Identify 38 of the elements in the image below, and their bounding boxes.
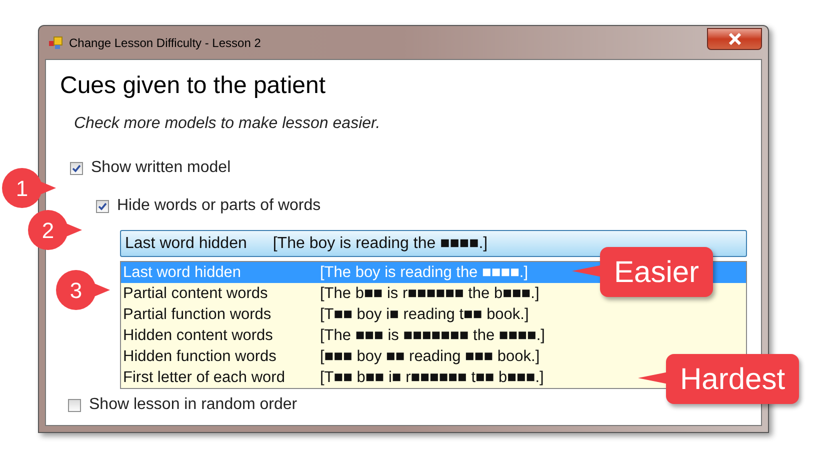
option-label: Hidden function words	[122, 346, 278, 367]
annotation-tooltip: Easier	[572, 247, 714, 297]
option-example: [T■■ boy i■ reading t■■ book.]	[320, 304, 529, 325]
heading: Cues given to the patient	[60, 71, 327, 101]
dropdown-option[interactable]: Hidden content words [The ■■■ is ■■■■■■■ the ■■■■.]	[121, 325, 746, 346]
dropdown[interactable]: Last word hidden [The boy is reading the ■■■■.]	[120, 230, 747, 257]
option-label: First letter of each word	[122, 368, 286, 388]
checkmark-icon	[72, 164, 81, 172]
option-label: Partial function words	[122, 304, 272, 325]
checkbox[interactable]	[96, 200, 109, 212]
close-button[interactable]	[707, 28, 762, 50]
option-example: [■■■ boy ■■ reading ■■■ book.]	[320, 346, 540, 367]
number-callout: 2	[28, 210, 82, 250]
instruction-text: Check more models to make lesson easier.	[73, 114, 382, 134]
dropdown-option[interactable]: Partial function words [T■■ boy i■ reading t■■ book.]	[121, 304, 746, 325]
window-title: Change Lesson Difficulty - Lesson 2	[69, 34, 261, 52]
option-label: Partial content words	[122, 284, 269, 304]
number-callout: 1	[2, 168, 56, 208]
option-label: Last word hidden	[122, 262, 242, 283]
callout-pointer-icon	[572, 265, 602, 277]
checkbox[interactable]	[70, 162, 83, 174]
option-example: [T■■ b■■ i■ r■■■■■■ t■■ b■■■.]	[320, 368, 544, 388]
app-icon	[49, 36, 63, 50]
number-callout: 3	[56, 270, 110, 310]
checkbox-label: Show lesson in random order	[89, 395, 298, 415]
callout-pointer-icon	[638, 372, 668, 384]
option-label: Hidden content words	[122, 326, 274, 346]
dropdown-example: [The boy is reading the ■■■■.]	[272, 234, 488, 254]
option-example: [The boy is reading the ■■■■.]	[320, 262, 528, 283]
annotation-tooltip: Hardest	[638, 354, 800, 404]
checkbox-label: Hide words or parts of words	[117, 196, 321, 216]
option-example: [The ■■■ is ■■■■■■■ the ■■■■.]	[320, 326, 545, 346]
checkmark-icon	[98, 202, 107, 210]
checkbox-label: Show written model	[91, 158, 231, 178]
close-icon	[728, 32, 742, 44]
option-example: [The b■■ is r■■■■■■ the b■■■.]	[320, 284, 540, 304]
dropdown-value: Last word hidden	[125, 234, 247, 254]
checkbox[interactable]	[68, 398, 81, 412]
